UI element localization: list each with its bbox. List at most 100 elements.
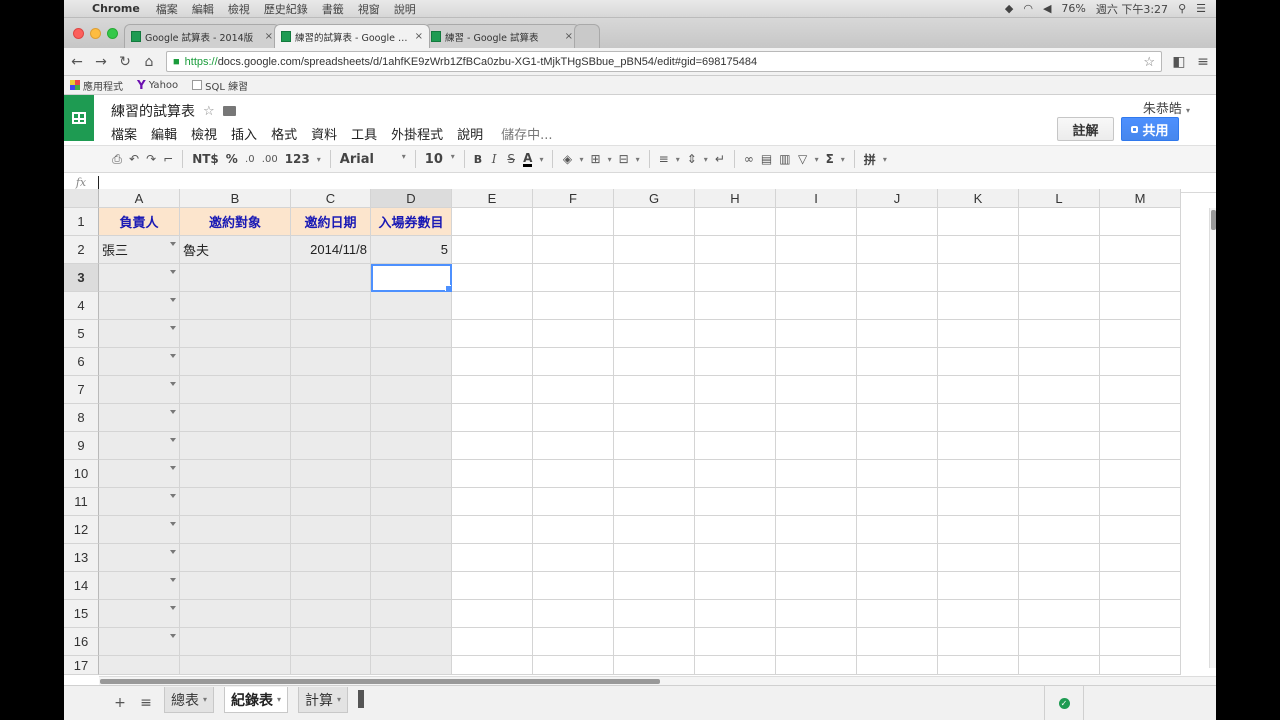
grid-cell[interactable] <box>1100 516 1181 544</box>
grid-cell[interactable] <box>180 600 291 628</box>
grid-cell[interactable] <box>938 376 1019 404</box>
data-cell[interactable]: 5 <box>371 236 452 264</box>
grid-cell[interactable] <box>371 432 452 460</box>
grid-cell[interactable] <box>857 292 938 320</box>
grid-cell[interactable] <box>614 572 695 600</box>
grid-cell[interactable] <box>452 460 533 488</box>
grid-cell[interactable] <box>452 208 533 236</box>
grid-cell[interactable] <box>1019 572 1100 600</box>
borders-icon[interactable]: ⊞ <box>591 152 601 166</box>
comments-button[interactable]: 註解 <box>1057 117 1114 141</box>
header-cell[interactable]: 邀約日期 <box>291 208 371 236</box>
grid-cell[interactable] <box>1019 208 1100 236</box>
mac-menu-edit[interactable]: 編輯 <box>192 1 214 17</box>
app-name[interactable]: Chrome <box>92 2 140 15</box>
grid-cell[interactable] <box>99 348 180 376</box>
grid-cell[interactable] <box>614 432 695 460</box>
grid-cell[interactable] <box>857 572 938 600</box>
grid-cell[interactable] <box>938 516 1019 544</box>
grid-cell[interactable] <box>857 488 938 516</box>
grid-cell[interactable] <box>99 320 180 348</box>
grid-cell[interactable] <box>614 516 695 544</box>
grid-cell[interactable] <box>533 460 614 488</box>
grid-cell[interactable] <box>1100 264 1181 292</box>
row-header[interactable]: 15 <box>64 600 99 628</box>
grid-cell[interactable] <box>695 656 776 675</box>
grid-cell[interactable] <box>695 460 776 488</box>
grid-cell[interactable] <box>614 656 695 675</box>
header-cell[interactable]: 負責人 <box>99 208 180 236</box>
user-account[interactable]: 朱恭皓 ▾ <box>1143 98 1190 117</box>
grid-cell[interactable] <box>938 488 1019 516</box>
percent-format-button[interactable]: % <box>226 152 238 166</box>
star-icon[interactable]: ☆ <box>203 104 215 119</box>
mac-menu-window[interactable]: 視窗 <box>358 1 380 17</box>
grid-cell[interactable] <box>291 572 371 600</box>
new-tab-button[interactable] <box>574 24 600 48</box>
menu-insert[interactable]: 插入 <box>231 124 257 143</box>
grid-cell[interactable] <box>1019 460 1100 488</box>
mac-menu-history[interactable]: 歷史紀錄 <box>264 1 308 17</box>
grid-cell[interactable] <box>533 628 614 656</box>
row-header[interactable]: 8 <box>64 404 99 432</box>
grid-cell[interactable] <box>452 544 533 572</box>
grid-cell[interactable] <box>452 432 533 460</box>
horizontal-align-icon[interactable]: ≡ <box>659 152 669 166</box>
grid-cell[interactable] <box>533 348 614 376</box>
grid-cell[interactable] <box>180 376 291 404</box>
bold-button[interactable]: B <box>474 153 482 166</box>
grid-cell[interactable] <box>99 264 180 292</box>
grid-cell[interactable] <box>857 432 938 460</box>
folder-icon[interactable] <box>222 106 236 116</box>
grid-cell[interactable] <box>180 432 291 460</box>
grid-cell[interactable] <box>695 376 776 404</box>
column-header-c[interactable]: C <box>291 189 371 208</box>
grid-cell[interactable] <box>180 628 291 656</box>
vertical-scrollbar[interactable] <box>1209 208 1216 668</box>
row-header[interactable]: 12 <box>64 516 99 544</box>
grid-cell[interactable] <box>291 292 371 320</box>
grid-cell[interactable] <box>1100 600 1181 628</box>
column-header-b[interactable]: B <box>180 189 291 208</box>
column-header-k[interactable]: K <box>938 189 1019 208</box>
select-all-corner[interactable] <box>64 189 99 208</box>
grid-cell[interactable] <box>180 488 291 516</box>
grid-cell[interactable] <box>291 600 371 628</box>
formula-input[interactable] <box>98 176 99 189</box>
grid-cell[interactable] <box>1019 432 1100 460</box>
grid-cell[interactable] <box>99 572 180 600</box>
grid-cell[interactable] <box>695 236 776 264</box>
grid-cell[interactable] <box>776 488 857 516</box>
grid-cell[interactable] <box>533 264 614 292</box>
bookmark-star-icon[interactable]: ☆ <box>1143 54 1155 70</box>
decrease-decimal-button[interactable]: .0 <box>245 154 255 165</box>
grid-cell[interactable] <box>291 516 371 544</box>
grid-cell[interactable] <box>1100 292 1181 320</box>
menu-addons[interactable]: 外掛程式 <box>391 124 443 143</box>
grid-cell[interactable] <box>695 600 776 628</box>
bookmark-sql[interactable]: SQL 練習 <box>192 78 248 93</box>
grid-cell[interactable] <box>452 600 533 628</box>
grid-cell[interactable] <box>776 460 857 488</box>
row-header[interactable]: 4 <box>64 292 99 320</box>
grid-cell[interactable] <box>452 320 533 348</box>
print-icon[interactable]: ⎙ <box>112 152 122 167</box>
row-header[interactable]: 17 <box>64 656 99 675</box>
tab-scroll-handle[interactable] <box>358 690 365 708</box>
grid-cell[interactable] <box>1100 488 1181 516</box>
sheet-tab-active[interactable]: 紀錄表 ▾ <box>224 687 289 713</box>
grid-cell[interactable] <box>695 488 776 516</box>
grid-cell[interactable] <box>291 628 371 656</box>
chrome-menu-icon[interactable]: ≡ <box>1196 54 1210 70</box>
grid-cell[interactable] <box>371 572 452 600</box>
row-header[interactable]: 13 <box>64 544 99 572</box>
grid-cell[interactable] <box>938 264 1019 292</box>
grid-cell[interactable] <box>614 264 695 292</box>
grid-cell[interactable] <box>1019 292 1100 320</box>
chevron-down-icon[interactable]: ▾ <box>203 695 207 704</box>
menu-tools[interactable]: 工具 <box>351 124 377 143</box>
grid-cell[interactable] <box>371 516 452 544</box>
grid-cell[interactable] <box>291 488 371 516</box>
column-header-d[interactable]: D <box>371 189 452 208</box>
italic-button[interactable]: I <box>489 152 499 166</box>
